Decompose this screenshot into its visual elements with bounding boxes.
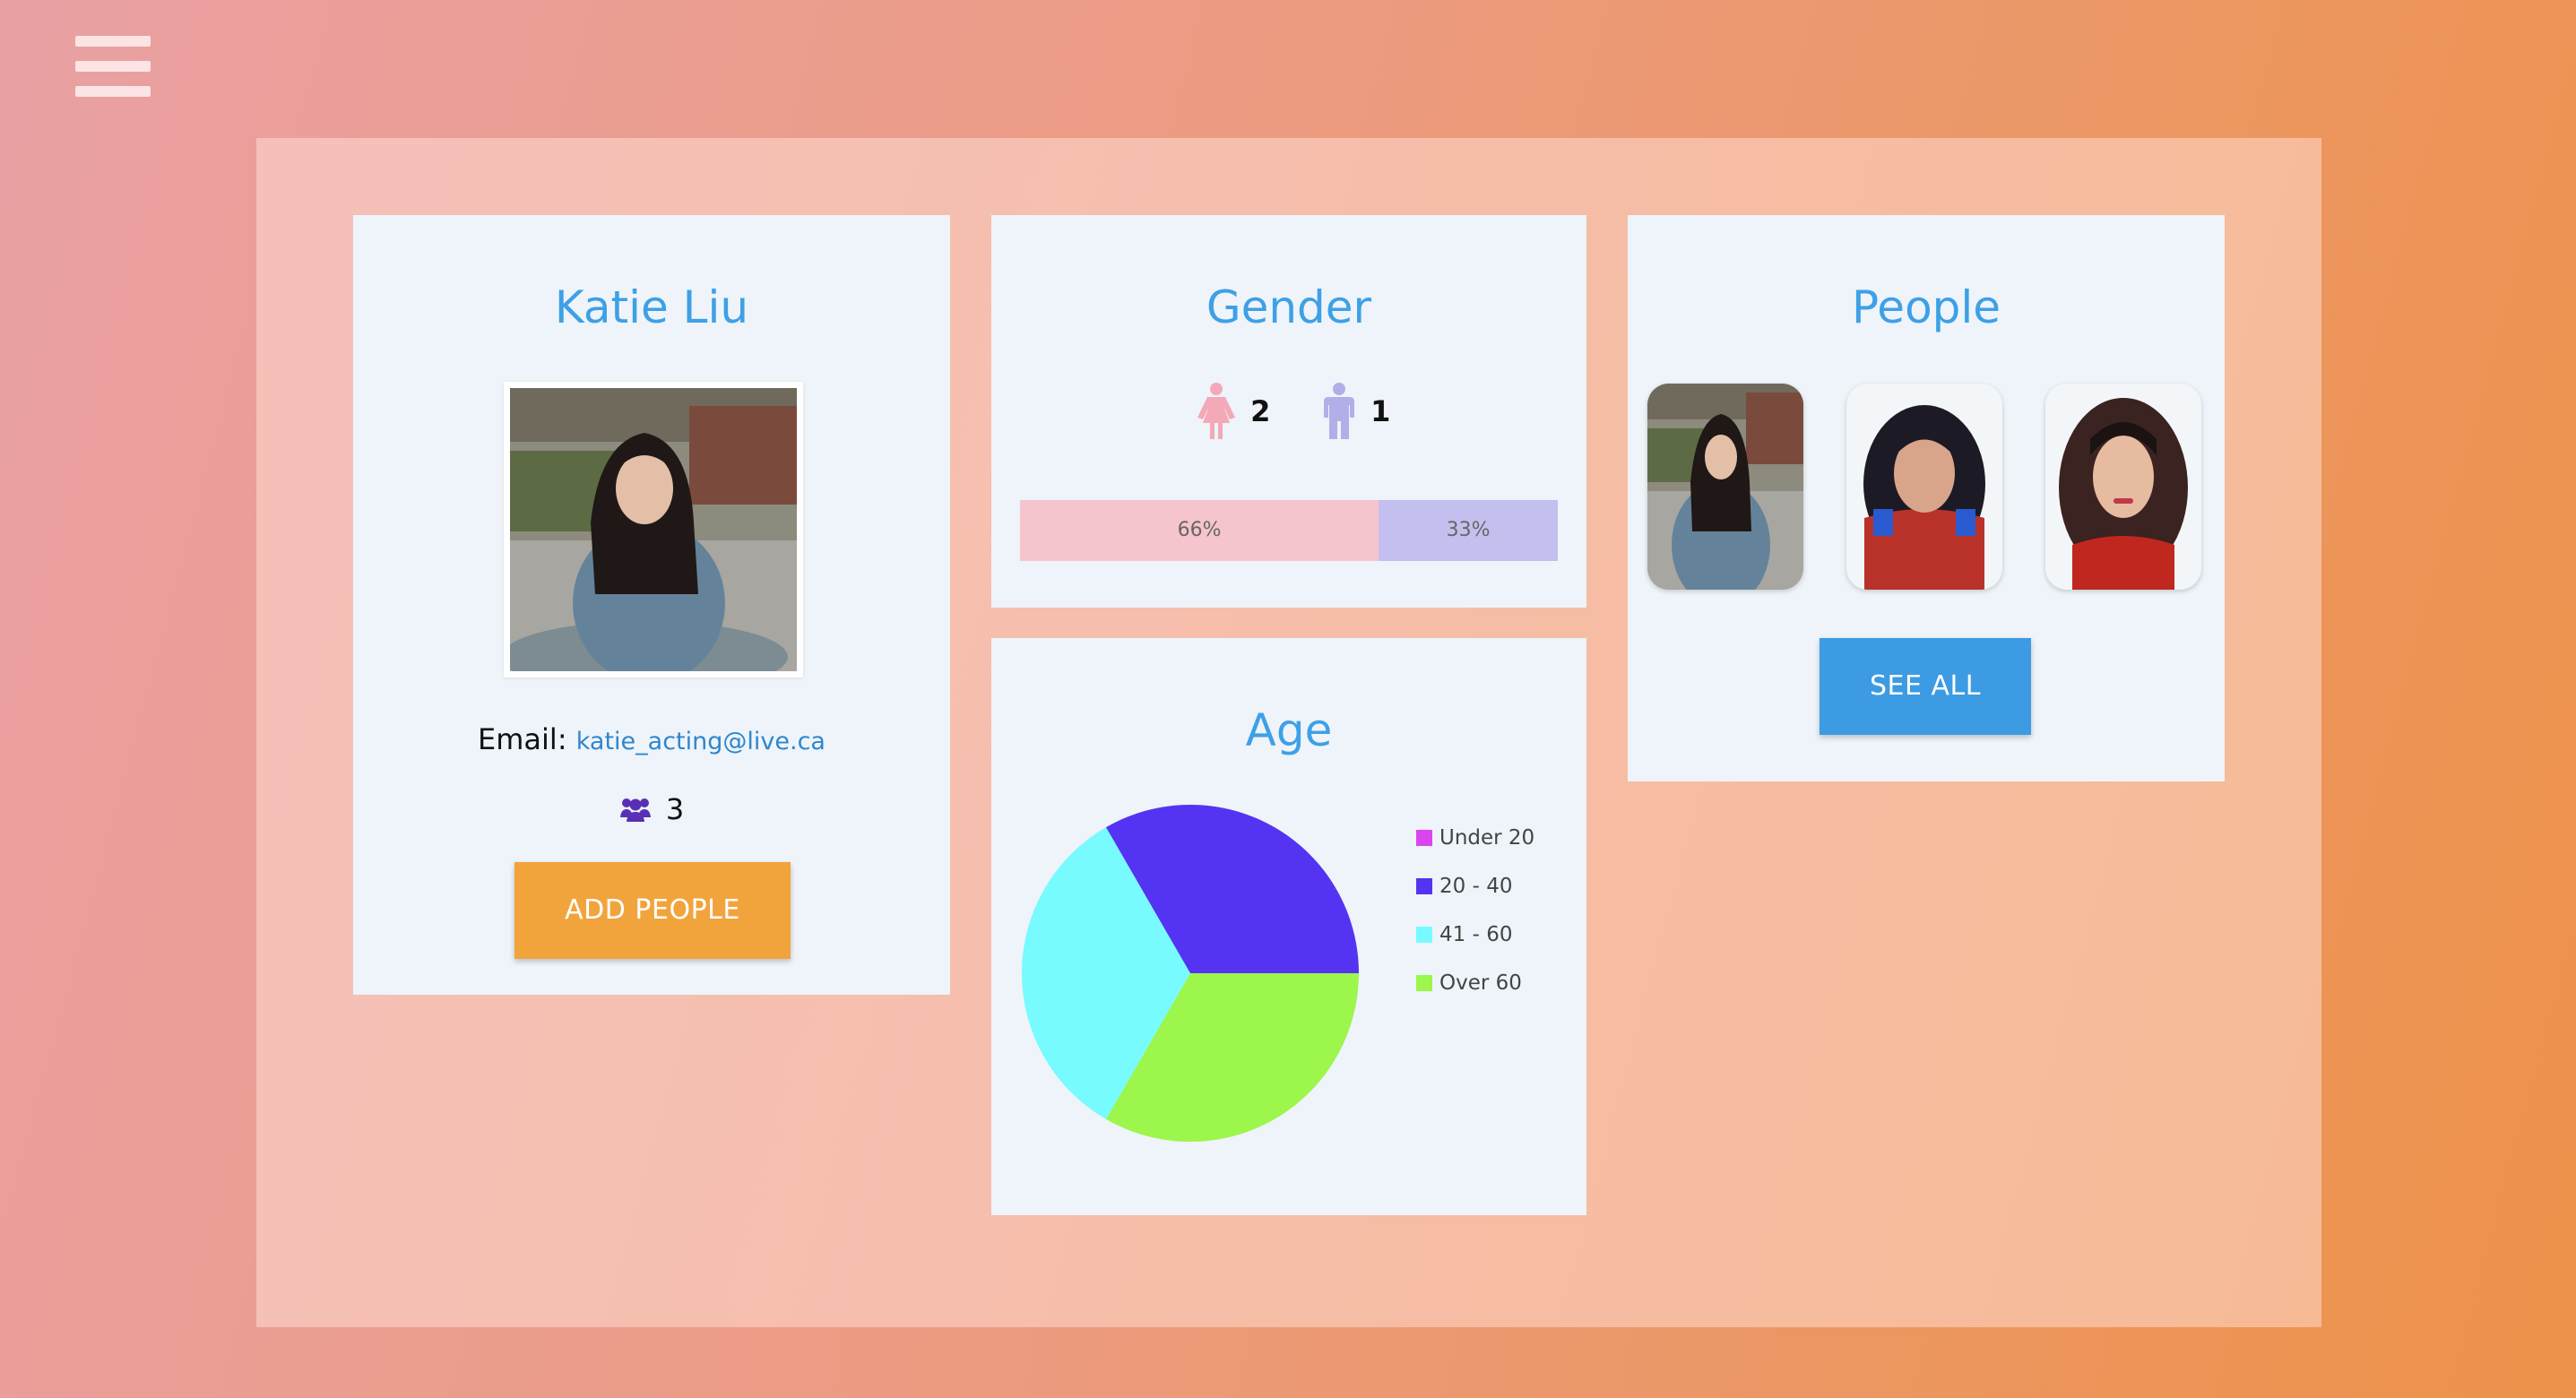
- profile-name: Katie Liu: [554, 281, 749, 333]
- legend-item: 20 - 40: [1416, 873, 1534, 921]
- profile-photo-frame: [501, 382, 803, 693]
- gender-ratio-bar: 66% 33%: [1020, 500, 1558, 561]
- hamburger-menu-icon[interactable]: [75, 36, 151, 99]
- age-card: Age Under 20 20 - 40 41 - 60 Over 60: [991, 638, 1586, 1215]
- male-icon: [1324, 383, 1354, 439]
- person-thumbnail[interactable]: [2045, 384, 2201, 590]
- menu-bar: [75, 61, 151, 72]
- female-count: 2: [1250, 394, 1271, 428]
- person-photo: [1647, 384, 1803, 590]
- people-card: People SEE ALL: [1628, 215, 2225, 781]
- people-title: People: [1851, 281, 2001, 333]
- legend-label: Over 60: [1439, 971, 1522, 995]
- legend-swatch: [1416, 878, 1432, 894]
- menu-bar: [75, 86, 151, 97]
- female-stat: 2: [1196, 382, 1270, 441]
- profile-photo: [501, 388, 797, 693]
- person-thumbnail[interactable]: [1846, 384, 2002, 590]
- profile-card: Katie Liu Email: katie_acting@live.ca 3: [353, 215, 950, 995]
- age-pie-chart: [1022, 805, 1359, 1142]
- see-all-button[interactable]: SEE ALL: [1820, 638, 2031, 735]
- legend-item: Over 60: [1416, 970, 1534, 1018]
- people-count: 3: [665, 792, 685, 826]
- age-legend: Under 20 20 - 40 41 - 60 Over 60: [1416, 824, 1534, 1018]
- legend-swatch: [1416, 830, 1432, 846]
- male-stat: 1: [1321, 382, 1390, 441]
- people-count-row: 3: [353, 792, 950, 826]
- email-label: Email:: [478, 722, 567, 756]
- age-title: Age: [1245, 704, 1333, 756]
- female-icon: [1197, 383, 1235, 439]
- gender-title: Gender: [1206, 281, 1372, 333]
- legend-label: Under 20: [1439, 826, 1535, 850]
- legend-swatch: [1416, 975, 1432, 991]
- email-row: Email: katie_acting@live.ca: [353, 722, 950, 756]
- add-people-button[interactable]: ADD PEOPLE: [514, 862, 791, 959]
- gender-card: Gender 2 1 66% 33%: [991, 215, 1586, 608]
- users-icon: [619, 798, 651, 822]
- legend-item: Under 20: [1416, 824, 1534, 873]
- menu-bar: [75, 36, 151, 47]
- legend-item: 41 - 60: [1416, 921, 1534, 970]
- person-photo: [1863, 405, 1985, 590]
- person-thumbnail[interactable]: [1647, 384, 1803, 590]
- legend-label: 20 - 40: [1439, 875, 1513, 898]
- legend-label: 41 - 60: [1439, 923, 1513, 946]
- email-link[interactable]: katie_acting@live.ca: [576, 728, 826, 755]
- male-percent-bar: 33%: [1379, 500, 1558, 561]
- person-photo: [2059, 398, 2188, 590]
- legend-swatch: [1416, 927, 1432, 943]
- male-count: 1: [1370, 394, 1391, 428]
- female-percent-bar: 66%: [1020, 500, 1379, 561]
